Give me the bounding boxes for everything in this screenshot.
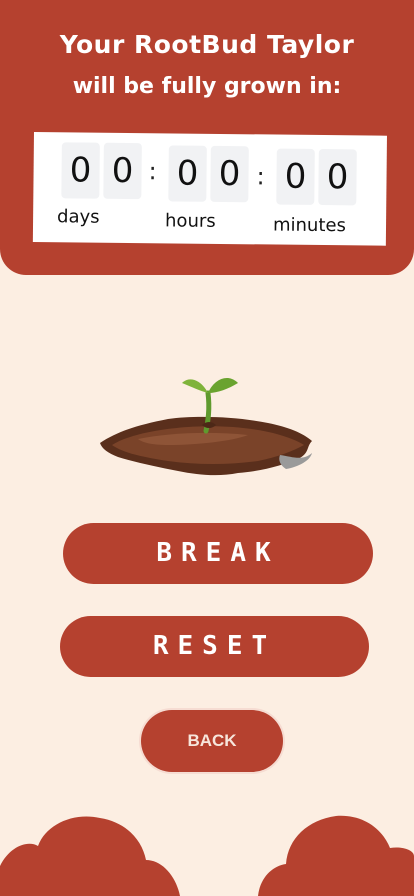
header-banner: Your RootBud Taylor will be fully grown …	[0, 0, 414, 275]
countdown-timer: 0 0 : 0 0 : 0 0 days hours minutes	[32, 132, 387, 246]
timer-separator: :	[148, 157, 157, 186]
hours-digit-2: 0	[210, 145, 249, 203]
days-digit-2: 0	[103, 142, 142, 200]
days-label: days	[57, 206, 100, 228]
cloud-icon	[0, 816, 180, 896]
minutes-label: minutes	[272, 214, 347, 237]
timer-separator: :	[256, 162, 265, 191]
seedling-in-soil-icon	[100, 378, 312, 476]
hours-digit-1: 0	[168, 145, 207, 202]
minutes-digit-1: 0	[276, 148, 315, 205]
days-digit-1: 0	[61, 142, 100, 199]
break-button[interactable]: BREAK	[63, 523, 373, 584]
reset-button[interactable]: RESET	[60, 616, 369, 677]
back-button[interactable]: BACK	[141, 710, 283, 772]
cloud-icon	[258, 815, 414, 896]
page-subtitle: will be fully grown in:	[72, 74, 342, 99]
hours-label: hours	[164, 210, 216, 232]
minutes-digit-2: 0	[318, 148, 357, 206]
page-title: Your RootBud Taylor	[59, 30, 355, 59]
